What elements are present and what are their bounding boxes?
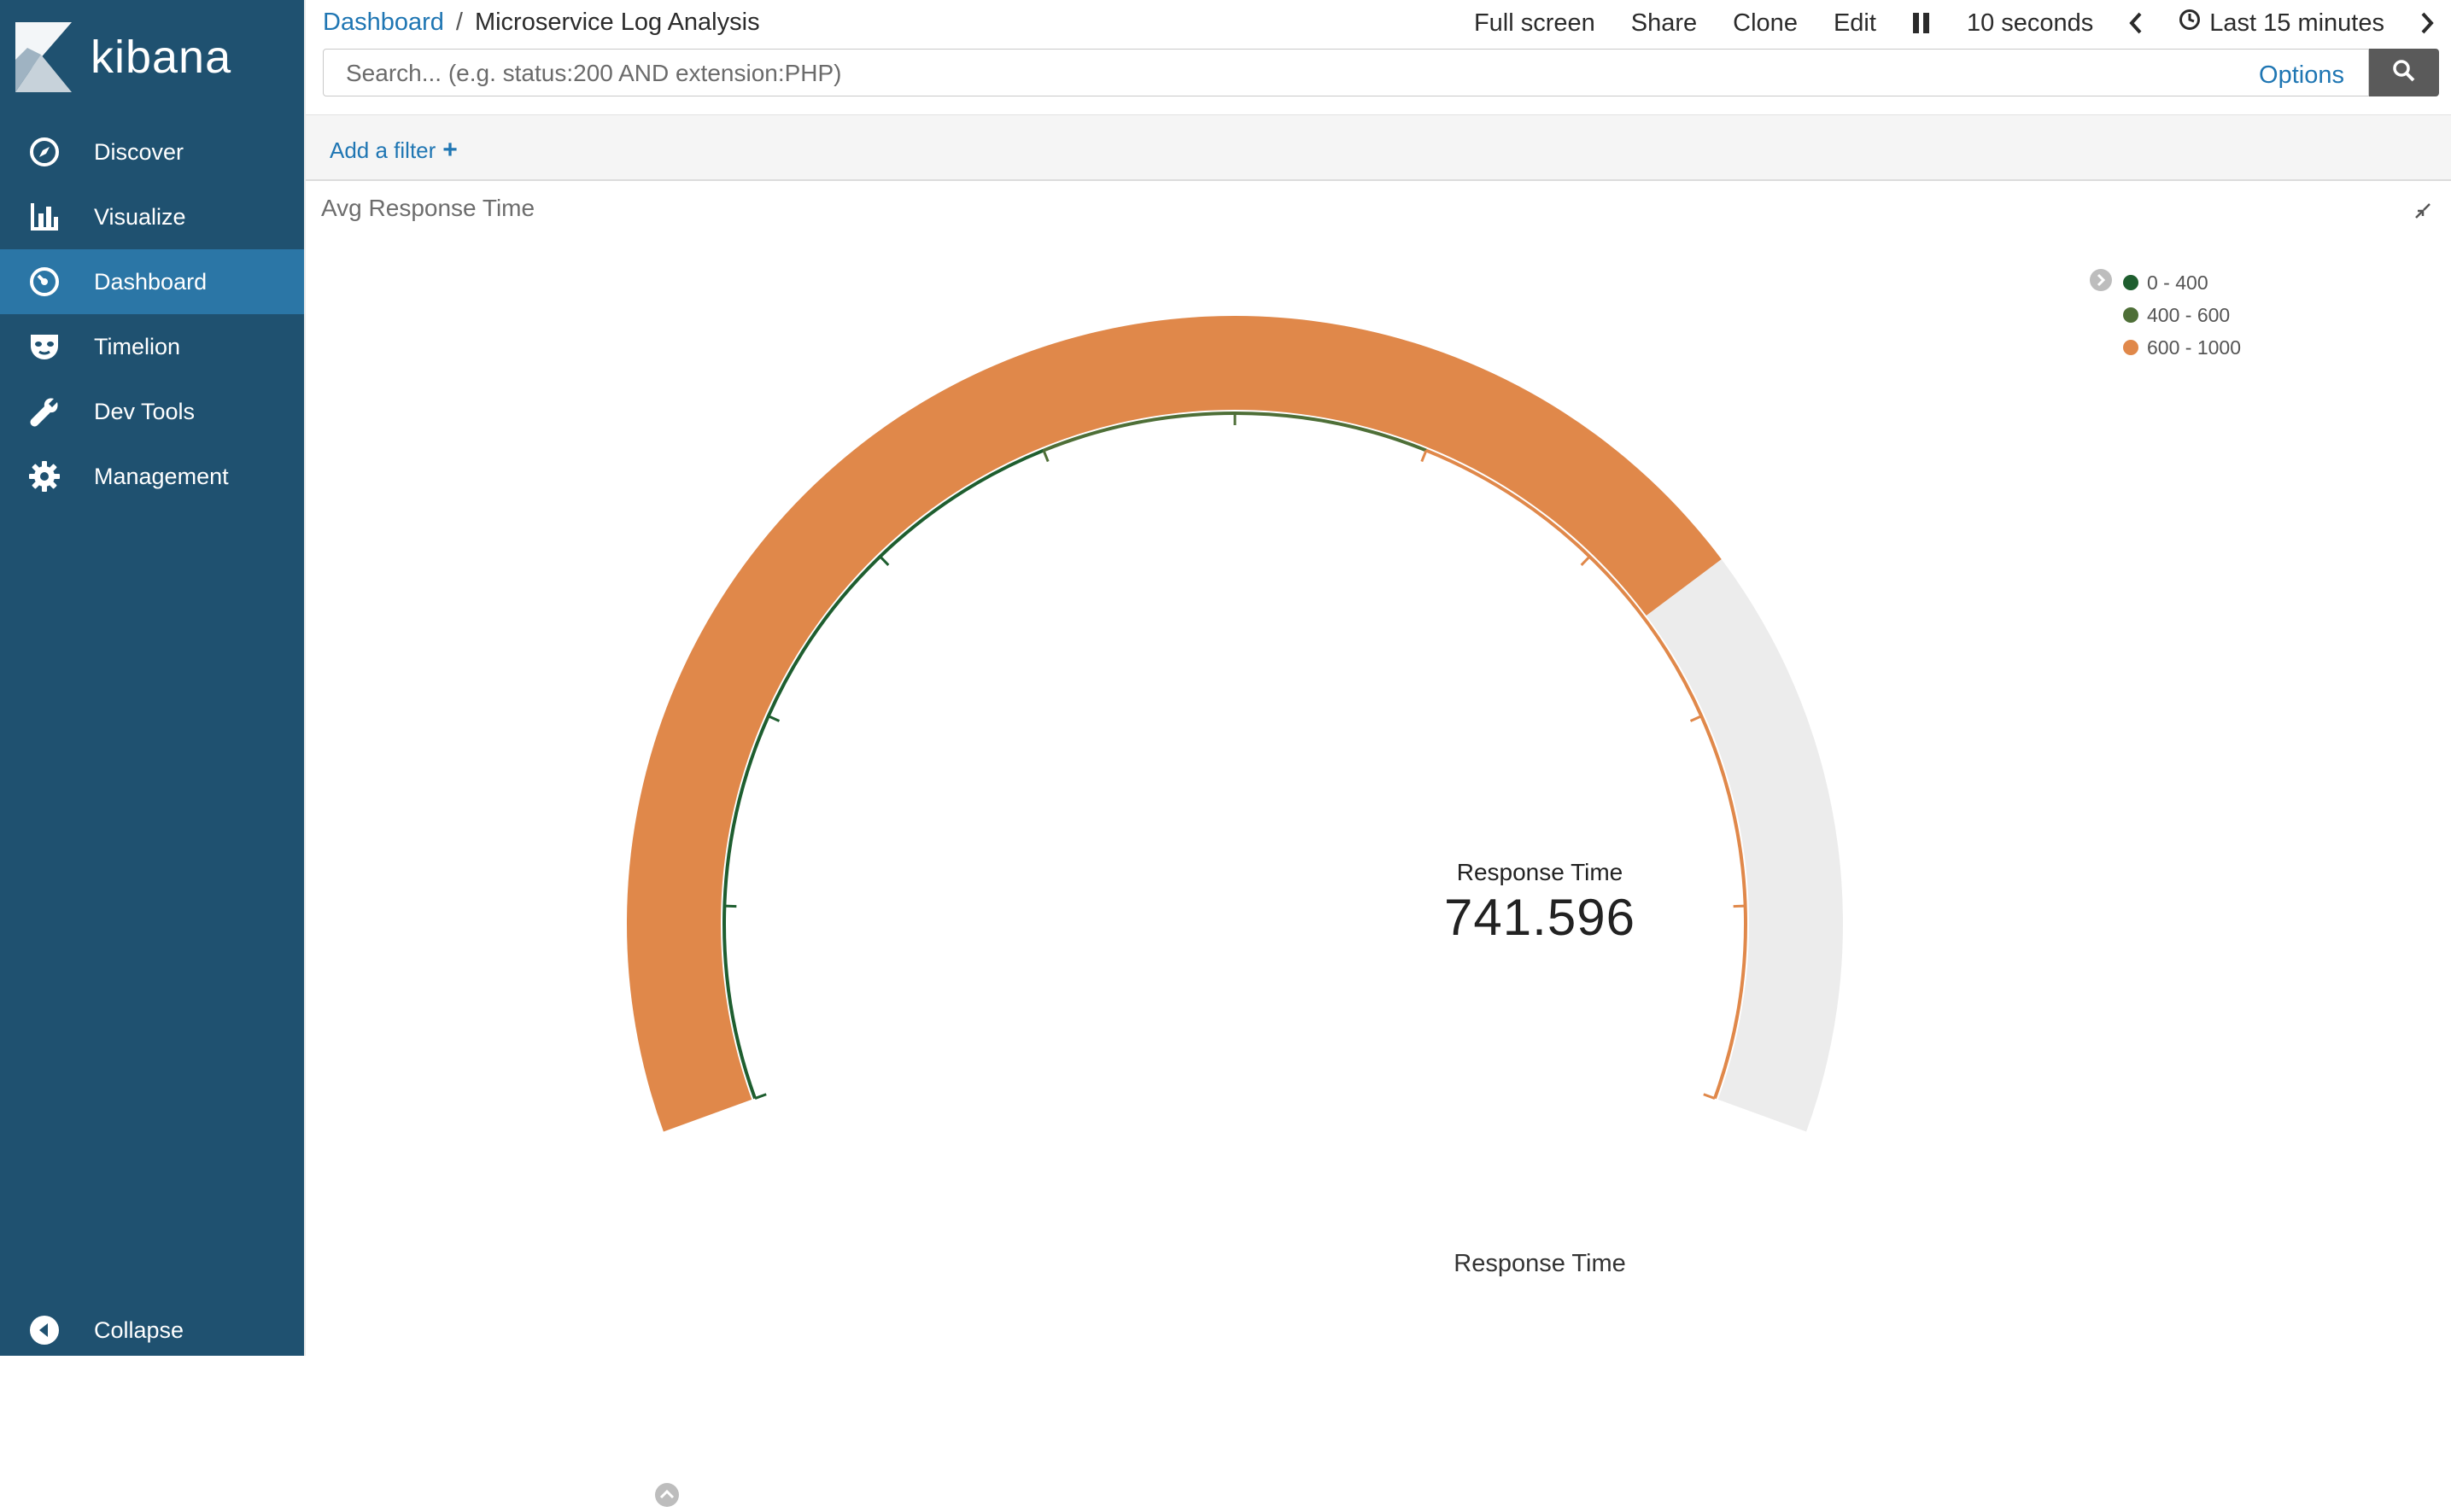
sidebar-item-label: Dev Tools bbox=[94, 399, 195, 425]
legend-toggle-icon[interactable] bbox=[2089, 268, 2113, 297]
search-box: Options bbox=[323, 49, 2369, 96]
kibana-logo-icon bbox=[15, 22, 72, 92]
search-button[interactable] bbox=[2369, 49, 2439, 96]
pause-icon[interactable] bbox=[1912, 12, 1931, 34]
gauge-tick bbox=[1691, 716, 1702, 721]
sidebar-item-label: Discover bbox=[94, 139, 184, 166]
breadcrumb-dashboard-link[interactable]: Dashboard bbox=[323, 9, 444, 37]
top-menu: Full screen Share Clone Edit 10 seconds … bbox=[1438, 9, 2434, 38]
gauge-tick bbox=[880, 557, 889, 565]
options-link[interactable]: Options bbox=[2259, 61, 2344, 90]
sidebar-item-label: Dashboard bbox=[94, 269, 207, 295]
bar-chart-icon bbox=[26, 198, 63, 236]
query-bar: Options bbox=[323, 49, 2439, 98]
timelion-mask-icon bbox=[26, 328, 63, 365]
gauge-value-fill bbox=[627, 316, 1722, 1132]
full-screen-button[interactable]: Full screen bbox=[1474, 9, 1595, 38]
sidebar-item-dev-tools[interactable]: Dev Tools bbox=[0, 379, 306, 444]
gauge-bottom-label: Response Time bbox=[1237, 1250, 1843, 1278]
edit-button[interactable]: Edit bbox=[1834, 9, 1876, 38]
refresh-interval-button[interactable]: 10 seconds bbox=[1967, 9, 2093, 38]
collapse-sidebar-button[interactable]: Collapse bbox=[0, 1298, 306, 1363]
gauge-tick bbox=[1704, 1095, 1715, 1099]
gear-icon bbox=[26, 458, 63, 495]
sidebar-item-label: Management bbox=[94, 464, 229, 490]
breadcrumb-separator: / bbox=[456, 9, 463, 37]
gauge-legend: 0 - 400 400 - 600 600 - 1000 bbox=[2123, 266, 2241, 364]
legend-color-dot bbox=[2123, 275, 2138, 290]
share-button[interactable]: Share bbox=[1631, 9, 1697, 38]
add-filter-label: Add a filter bbox=[330, 137, 436, 164]
filter-bar: Add a filter + bbox=[306, 114, 2451, 181]
sidebar-item-visualize[interactable]: Visualize bbox=[0, 184, 306, 249]
compass-icon bbox=[26, 133, 63, 171]
gauge-tick bbox=[1044, 451, 1048, 462]
legend-color-dot bbox=[2123, 307, 2138, 323]
scroll-up-icon[interactable] bbox=[654, 1482, 680, 1512]
chevron-right-icon[interactable] bbox=[2420, 12, 2434, 34]
gauge-value: 741.596 bbox=[1237, 888, 1843, 947]
kibana-logo-text: kibana bbox=[91, 34, 231, 80]
legend-label: 400 - 600 bbox=[2147, 304, 2230, 327]
legend-color-dot bbox=[2123, 340, 2138, 355]
legend-item[interactable]: 600 - 1000 bbox=[2123, 331, 2241, 364]
sidebar-item-management[interactable]: Management bbox=[0, 444, 306, 509]
gauge-tick bbox=[1422, 451, 1426, 462]
gauge-tick bbox=[1582, 557, 1590, 565]
wrench-icon bbox=[26, 393, 63, 430]
clock-icon bbox=[2179, 9, 2201, 38]
dashboard-icon bbox=[26, 263, 63, 301]
time-range-label: Last 15 minutes bbox=[2209, 9, 2384, 38]
collapse-arrow-icon bbox=[26, 1311, 63, 1349]
breadcrumb-current-page: Microservice Log Analysis bbox=[475, 9, 760, 37]
kibana-logo[interactable]: kibana bbox=[15, 22, 231, 92]
legend-label: 600 - 1000 bbox=[2147, 336, 2241, 359]
gauge-metric-label: Response Time bbox=[1237, 859, 1843, 886]
visualization-panel: Avg Response Time Response Time 741.596 … bbox=[306, 183, 2451, 1356]
gauge-tick bbox=[755, 1095, 766, 1099]
collapse-label: Collapse bbox=[94, 1317, 184, 1344]
gauge-tick bbox=[769, 716, 780, 721]
sidebar-item-timelion[interactable]: Timelion bbox=[0, 314, 306, 379]
plus-icon: + bbox=[442, 136, 458, 165]
sidebar-item-discover[interactable]: Discover bbox=[0, 120, 306, 184]
sidebar-item-dashboard[interactable]: Dashboard bbox=[0, 249, 306, 314]
add-filter-button[interactable]: Add a filter + bbox=[330, 136, 458, 165]
legend-item[interactable]: 400 - 600 bbox=[2123, 299, 2241, 331]
search-input[interactable] bbox=[344, 50, 2209, 97]
sidebar-nav: Discover Visualize Dashboard Timelion De… bbox=[0, 120, 306, 509]
legend-label: 0 - 400 bbox=[2147, 271, 2208, 295]
sidebar: kibana Discover Visualize Dashboard Time… bbox=[0, 0, 306, 1356]
top-nav: Dashboard / Microservice Log Analysis Fu… bbox=[306, 0, 2451, 48]
clone-button[interactable]: Clone bbox=[1733, 9, 1798, 38]
breadcrumb: Dashboard / Microservice Log Analysis bbox=[323, 9, 760, 37]
legend-item[interactable]: 0 - 400 bbox=[2123, 266, 2241, 299]
chevron-left-icon[interactable] bbox=[2129, 12, 2143, 34]
sidebar-item-label: Visualize bbox=[94, 204, 186, 231]
search-icon bbox=[2392, 59, 2416, 87]
sidebar-item-label: Timelion bbox=[94, 334, 180, 360]
time-picker-button[interactable]: Last 15 minutes bbox=[2179, 9, 2384, 38]
gauge-track bbox=[627, 316, 1843, 1132]
